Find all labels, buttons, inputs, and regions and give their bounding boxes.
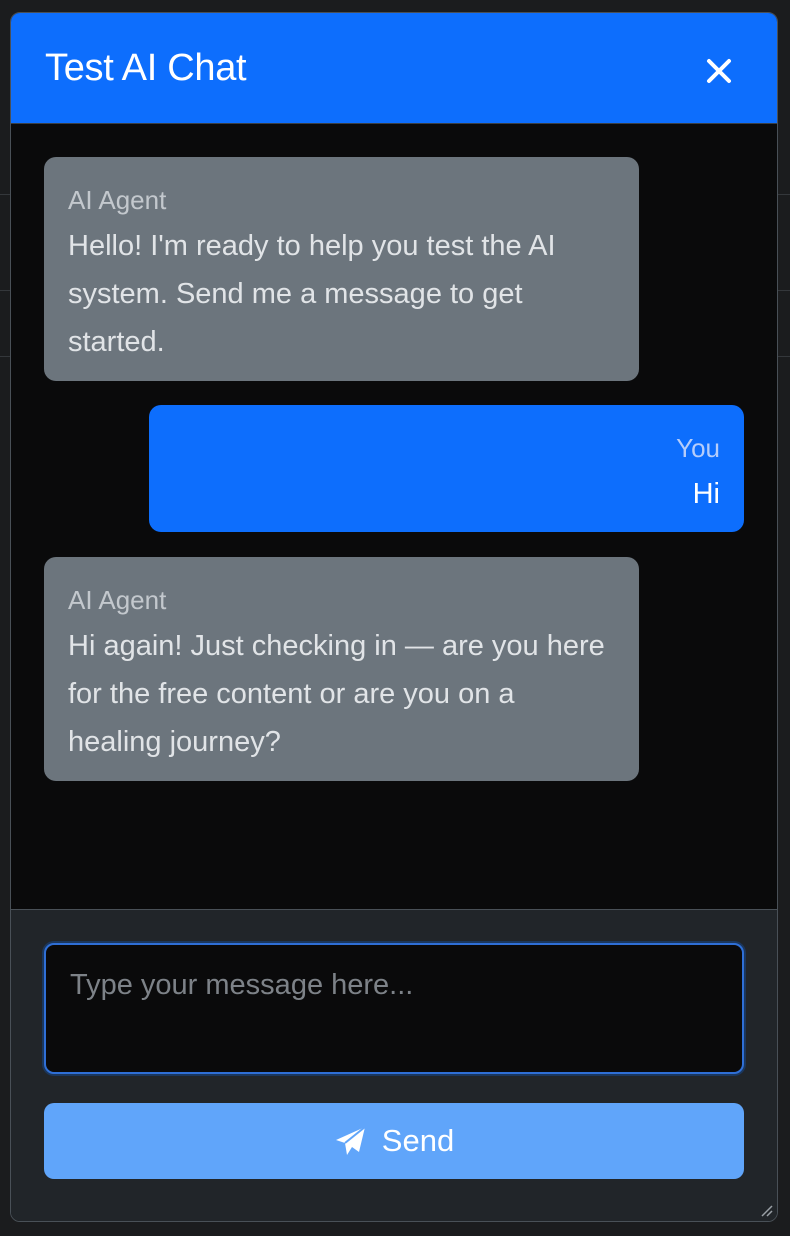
message-input[interactable] (44, 943, 744, 1074)
chat-footer: Send (11, 909, 777, 1221)
chat-messages: AI Agent Hello! I'm ready to help you te… (11, 124, 777, 909)
close-icon (707, 59, 731, 83)
modal-header: Test AI Chat (11, 13, 777, 124)
message-text: Hi again! Just checking in — are you her… (68, 630, 605, 758)
message-text: Hi (692, 478, 720, 510)
message-text: Hello! I'm ready to help you test the AI… (68, 230, 556, 358)
send-button[interactable]: Send (44, 1103, 744, 1179)
resize-handle-icon[interactable] (759, 1203, 773, 1217)
send-button-label: Send (381, 1123, 455, 1158)
message-sender: You (676, 433, 720, 463)
message-bubble-user: You Hi (149, 405, 744, 532)
paper-plane-icon (335, 1126, 366, 1155)
close-button[interactable] (705, 57, 733, 85)
message-sender: AI Agent (68, 185, 167, 215)
modal-title: Test AI Chat (45, 47, 247, 89)
chat-modal: Test AI Chat AI Agent Hello! I'm ready t… (10, 12, 778, 1222)
message-bubble-ai: AI Agent Hi again! Just checking in — ar… (44, 557, 639, 781)
message-bubble-ai: AI Agent Hello! I'm ready to help you te… (44, 157, 639, 381)
message-sender: AI Agent (68, 585, 167, 615)
